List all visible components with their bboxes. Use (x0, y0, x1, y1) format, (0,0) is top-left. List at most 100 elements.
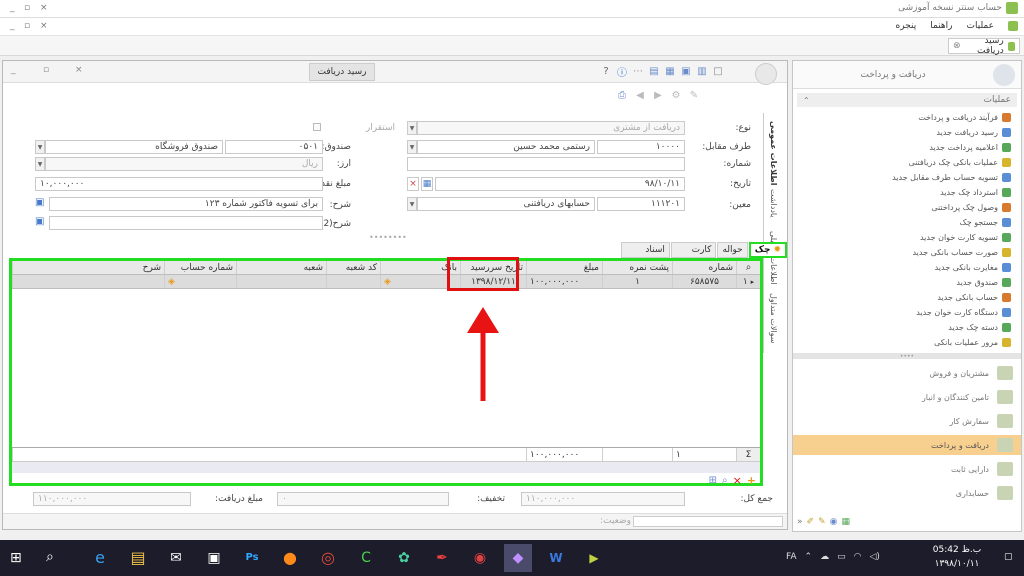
tab-transfer[interactable]: حواله (717, 242, 748, 258)
tray-volume-icon[interactable]: ◁) (869, 552, 879, 562)
windows-start-icon[interactable]: ⊞ (10, 550, 22, 566)
settings-icon[interactable]: ⚙ (669, 88, 683, 102)
date-clear-icon[interactable]: × (407, 177, 419, 191)
window-maximize-icon[interactable]: ▫ (43, 65, 49, 75)
entity-code-input[interactable]: ۱۱۱۲۰۱ (597, 197, 685, 211)
cell-description[interactable] (12, 275, 164, 288)
col-description[interactable]: شرح (12, 261, 164, 274)
panel-user-icon[interactable]: ◉ (830, 517, 838, 527)
cell-account-number[interactable]: ◈ (164, 275, 236, 288)
date-input[interactable]: ۹۸/۱۰/۱۱ (435, 177, 685, 191)
print-preview-icon[interactable]: ⎙ (615, 88, 629, 102)
export-icon[interactable]: ▥ (695, 64, 709, 78)
pdf-icon[interactable]: ✒ (428, 544, 456, 572)
media-icon[interactable]: ▶ (580, 544, 608, 572)
info-icon[interactable]: ⓘ (615, 64, 629, 79)
entity-name-combo[interactable]: حسابهای دریافتنی (417, 197, 595, 211)
nav-item[interactable]: حسابداری (793, 483, 1021, 503)
child-restore-icon[interactable]: ▫ (24, 21, 30, 31)
grid-search-icon[interactable]: ⌕ (736, 261, 760, 274)
nav-item[interactable]: سفارش کار (793, 411, 1021, 431)
counterparty-arrow-icon[interactable]: ▼ (407, 140, 417, 154)
ops-item[interactable]: رسید دریافت جدید (793, 126, 1021, 138)
photoshop-icon[interactable]: Ps (238, 544, 266, 572)
doc-tab-close-icon[interactable]: ⊗ (953, 41, 961, 51)
ops-item[interactable]: دستگاه کارت خوان جدید (793, 306, 1021, 318)
col-back-number[interactable]: پشت نمره (602, 261, 672, 274)
splitter-handle[interactable]: •••••••• (369, 233, 407, 242)
ops-item[interactable]: مغایرت بانکی جدید (793, 261, 1021, 273)
grid-scrollbar[interactable] (12, 461, 760, 473)
help-circle-icon[interactable]: ? (599, 64, 613, 78)
col-number[interactable]: شماره (672, 261, 736, 274)
table-row[interactable]: ▸ ۱ ۶۵۸۵۷۵ ۱ ۱۰۰,۰۰۰,۰۰۰ ۱۳۹۸/۱۲/۱۱ ◈ ◈ (12, 275, 760, 289)
entity-arrow-icon[interactable]: ▼ (407, 197, 417, 211)
type-combo[interactable]: دریافت از مشتری (417, 121, 685, 135)
menu-window[interactable]: پنجره (896, 21, 917, 31)
discount-input[interactable]: ۰ (277, 492, 449, 506)
fund-code-input[interactable]: ۰۵۰۱ (225, 140, 323, 154)
tray-up-icon[interactable]: ⌃ (805, 552, 813, 562)
tab-cheque[interactable]: ✹ چک (748, 242, 787, 258)
description2-save-icon[interactable]: ▣ (35, 216, 47, 230)
close-icon[interactable]: × (40, 3, 48, 13)
app-green-icon[interactable]: ✿ (390, 544, 418, 572)
cash-input[interactable]: ۱۰,۰۰۰,۰۰۰ (35, 177, 323, 191)
delete-row-icon[interactable]: × (733, 474, 742, 487)
cell-branch[interactable] (236, 275, 326, 288)
ops-item[interactable]: مرور عملیات بانکی (793, 336, 1021, 348)
nav-item[interactable]: مشتریان و فروش (793, 363, 1021, 383)
mail-icon[interactable]: ✉ (162, 544, 190, 572)
tray-cloud-icon[interactable]: ☁ (820, 552, 829, 562)
chrome-icon[interactable]: ◎ (314, 544, 342, 572)
minimize-icon[interactable]: _ (10, 3, 15, 13)
search-row-icon[interactable]: ⌕ (722, 475, 728, 486)
tray-clock[interactable]: 05:42 ب.ظ ۱۳۹۸/۱۰/۱۱ (912, 543, 1002, 571)
nav-item[interactable]: دریافت و پرداخت (793, 435, 1021, 455)
currency-combo[interactable]: ریال (45, 157, 323, 171)
description-save-icon[interactable]: ▣ (35, 197, 47, 211)
panel-link-icon[interactable]: ✐ (807, 517, 815, 527)
fund-arrow-icon[interactable]: ▼ (35, 140, 45, 154)
ops-item[interactable]: عملیات بانکی چک دریافتنی (793, 156, 1021, 168)
save-as-icon[interactable]: ▦ (663, 64, 677, 78)
menu-operations[interactable]: عملیات (967, 21, 994, 31)
nav-item[interactable]: تامین کنندگان و انبار (793, 387, 1021, 407)
ops-item[interactable]: استرداد چک جدید (793, 186, 1021, 198)
window-minimize-icon[interactable]: _ (11, 65, 16, 75)
col-amount[interactable]: مبلغ (526, 261, 602, 274)
col-branch-code[interactable]: کد شعبه (326, 261, 380, 274)
store-icon[interactable]: ▣ (200, 544, 228, 572)
col-branch[interactable]: شعبه (236, 261, 326, 274)
back-icon[interactable]: ◀ (633, 88, 647, 102)
col-account-number[interactable]: شماره حساب (164, 261, 236, 274)
save-icon[interactable]: ▣ (679, 64, 693, 78)
ops-item[interactable]: فرآیند دریافت و پرداخت (793, 111, 1021, 123)
calendar-icon[interactable]: ▦ (421, 177, 433, 191)
cell-back-number[interactable]: ۱ (602, 275, 672, 288)
window-close-icon[interactable]: × (75, 65, 83, 75)
side-tab-notes[interactable]: یادداشت (769, 189, 778, 218)
cell-amount[interactable]: ۱۰۰,۰۰۰,۰۰۰ (526, 275, 602, 288)
filter-row-icon[interactable]: ⊞ (709, 475, 717, 486)
tray-battery-icon[interactable]: ▭ (837, 552, 846, 562)
child-close-icon[interactable]: × (40, 21, 48, 31)
explorer-icon[interactable]: ▤ (124, 544, 152, 572)
add-row-icon[interactable]: + (747, 474, 756, 487)
type-combo-arrow-icon[interactable]: ▼ (407, 121, 417, 135)
ops-item[interactable]: اعلامیه پرداخت جدید (793, 141, 1021, 153)
edit-icon[interactable]: ✎ (687, 88, 701, 102)
description-input[interactable]: برای تسویه فاکتور شماره ۱۲۳ (49, 197, 323, 211)
tab-related-docs[interactable]: اسناد مرتبط (621, 242, 670, 269)
counterparty-code-input[interactable]: ۱۰۰۰۰ (597, 140, 685, 154)
ops-item[interactable]: دسته چک جدید (793, 321, 1021, 333)
word-icon[interactable]: W (542, 544, 570, 572)
ops-item[interactable]: جستجو چک (793, 216, 1021, 228)
search-icon[interactable]: ⌕ (46, 549, 54, 565)
nav-item[interactable]: دارایی ثابت (793, 459, 1021, 479)
currency-arrow-icon[interactable]: ▼ (35, 157, 45, 171)
camtasia-icon[interactable]: C (352, 544, 380, 572)
print-icon[interactable]: ▤ (647, 64, 661, 78)
child-minimize-icon[interactable]: _ (10, 21, 15, 31)
ops-item[interactable]: تسویه حساب طرف مقابل جدید (793, 171, 1021, 183)
